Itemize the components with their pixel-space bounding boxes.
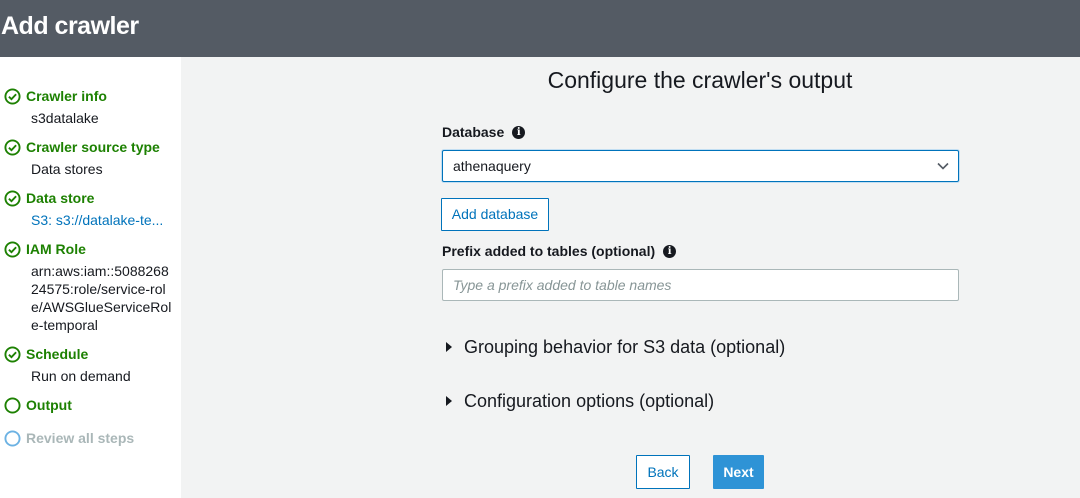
step-summary: Data stores <box>31 161 103 177</box>
info-icon[interactable]: i <box>512 125 526 139</box>
check-circle-icon <box>4 345 21 363</box>
chevron-down-icon <box>937 162 949 170</box>
step-summary: arn:aws:iam::508826824575:role/service-r… <box>31 263 172 333</box>
database-select[interactable]: athenaquery <box>442 150 959 182</box>
database-select-value: athenaquery <box>453 158 531 174</box>
step-label: Data store <box>26 190 95 206</box>
data-store-link[interactable]: S3: s3://datalake-te... <box>31 211 171 229</box>
info-icon[interactable]: i <box>663 244 677 258</box>
expander-label: Grouping behavior for S3 data (optional) <box>464 336 786 357</box>
wizard-steps-sidebar: Crawler info s3datalake Crawler source t… <box>0 57 181 498</box>
back-button[interactable]: Back <box>636 455 690 489</box>
check-circle-icon <box>4 87 21 105</box>
prefix-label-text: Prefix added to tables (optional) <box>442 243 656 259</box>
step-label: Crawler info <box>26 88 107 104</box>
step-label: Output <box>26 397 72 413</box>
check-circle-icon <box>4 240 21 258</box>
add-database-button[interactable]: Add database <box>441 198 549 231</box>
caret-right-icon <box>446 342 452 352</box>
expander-label: Configuration options (optional) <box>464 390 715 411</box>
caret-right-icon <box>446 396 452 406</box>
prefix-field[interactable] <box>442 269 959 301</box>
step-summary: Run on demand <box>31 368 131 384</box>
database-label-text: Database <box>442 124 505 140</box>
empty-circle-icon <box>4 429 21 447</box>
prefix-input[interactable] <box>443 270 958 300</box>
step-label: IAM Role <box>26 241 86 257</box>
page-title: Add crawler <box>1 12 139 40</box>
page-header: Add crawler <box>0 0 1080 57</box>
step-label: Crawler source type <box>26 139 160 155</box>
configuration-options-expander[interactable]: Configuration options (optional) <box>446 390 714 412</box>
step-label: Schedule <box>26 346 89 362</box>
next-button[interactable]: Next <box>713 455 764 489</box>
step-label: Review all steps <box>26 430 135 446</box>
section-title: Configure the crawler's output <box>547 67 853 93</box>
empty-circle-icon <box>4 396 21 414</box>
check-circle-icon <box>4 138 21 156</box>
database-label: Database i <box>442 124 526 140</box>
grouping-behavior-expander[interactable]: Grouping behavior for S3 data (optional) <box>446 336 785 358</box>
prefix-label: Prefix added to tables (optional) i <box>442 243 677 259</box>
check-circle-icon <box>4 189 21 207</box>
step-summary: s3datalake <box>31 110 99 126</box>
